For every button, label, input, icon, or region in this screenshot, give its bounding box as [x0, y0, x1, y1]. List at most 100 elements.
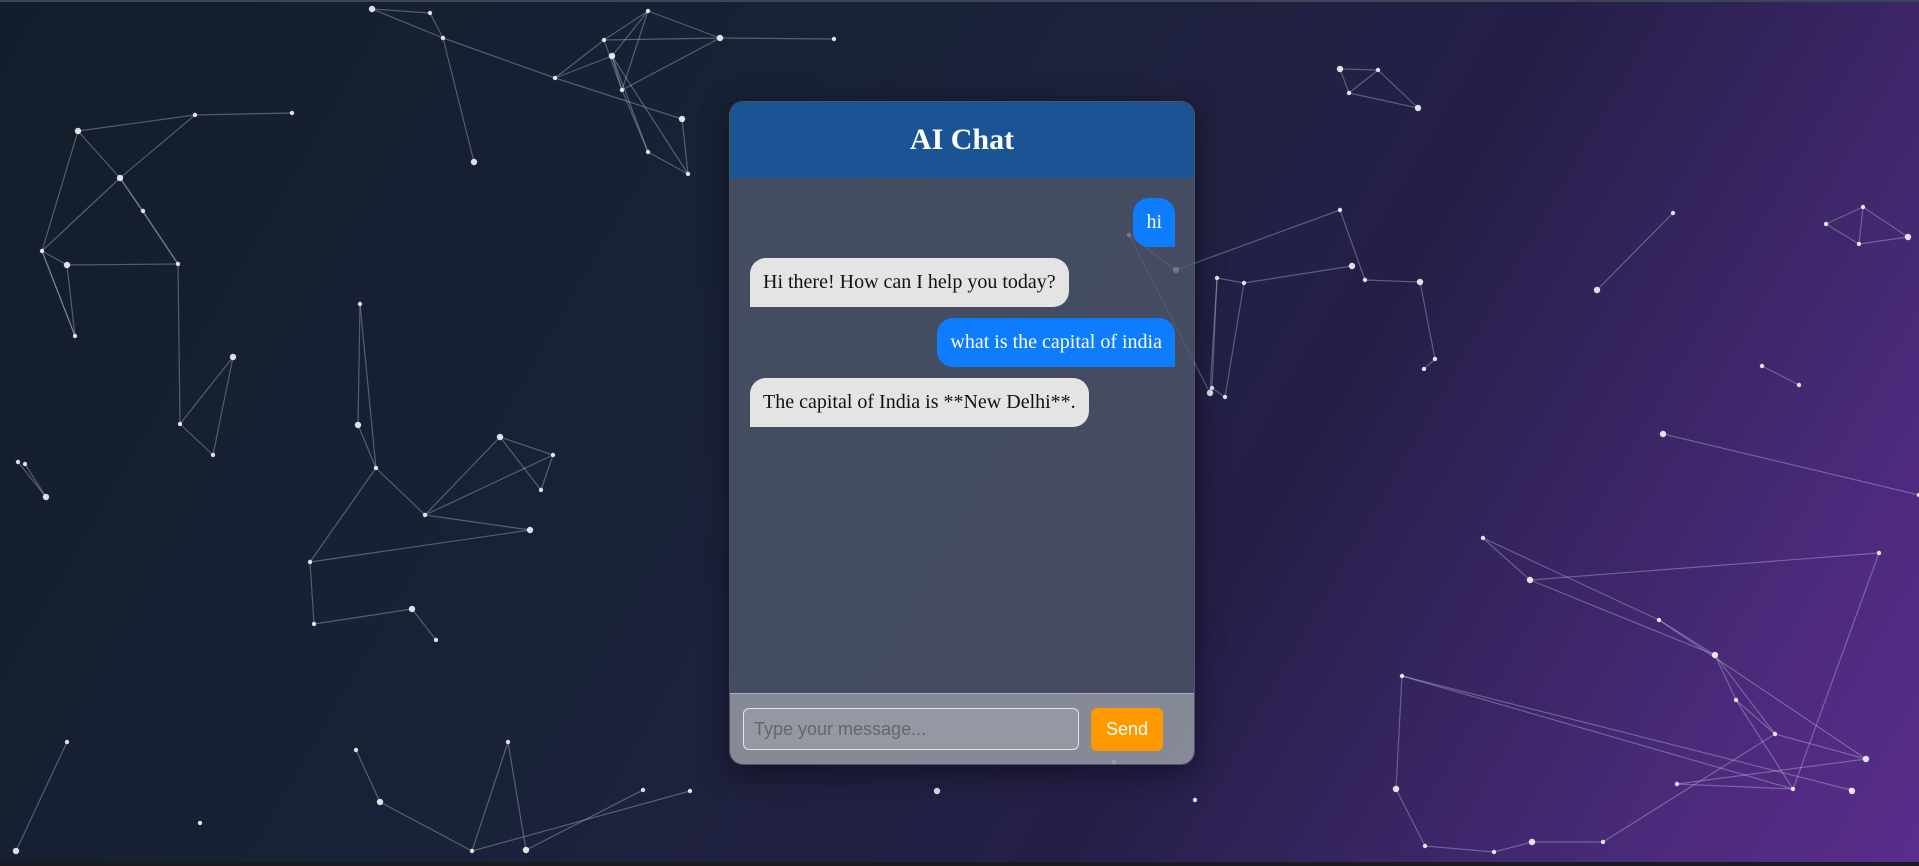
network-node [1593, 286, 1601, 294]
network-node [1421, 366, 1427, 372]
network-node [177, 421, 183, 427]
network-node [1860, 204, 1866, 210]
network-line [66, 263, 179, 266]
network-line [1364, 279, 1421, 283]
network-node [685, 171, 691, 177]
network-node [1392, 785, 1400, 793]
network-line [212, 356, 234, 456]
network-node [1772, 731, 1778, 737]
network-node [440, 35, 446, 41]
network-node [192, 112, 198, 118]
network-line [411, 608, 437, 641]
network-line [119, 114, 196, 179]
network-line [41, 250, 68, 266]
network-node [1214, 275, 1220, 281]
network-line [355, 749, 381, 803]
network-line [424, 454, 554, 516]
network-node [469, 848, 475, 854]
network-line [357, 303, 361, 426]
network-node [1337, 207, 1343, 213]
network-line [471, 790, 691, 852]
network-node [175, 261, 181, 267]
network-line [1862, 206, 1909, 238]
network-node [645, 149, 651, 155]
network-line [379, 801, 473, 852]
network-node [1848, 787, 1854, 793]
network-node [1904, 233, 1912, 241]
network-node [1375, 67, 1381, 73]
network-node [311, 621, 317, 627]
network-line [194, 112, 293, 116]
network-node [1346, 90, 1352, 96]
network-node [1656, 617, 1662, 623]
network-line [1424, 845, 1495, 853]
network-node [42, 493, 50, 501]
network-node [22, 461, 28, 467]
network-line [1735, 699, 1776, 735]
network-line [719, 37, 835, 40]
input-bar: Send [730, 693, 1194, 764]
network-line [41, 177, 121, 252]
chat-header: AI Chat [730, 102, 1194, 178]
network-line [424, 436, 501, 516]
network-node [505, 739, 511, 745]
network-node [526, 526, 534, 534]
network-line [1529, 579, 1716, 656]
network-node [433, 637, 439, 643]
network-line [179, 356, 234, 425]
network-line [1714, 654, 1737, 701]
network-line [1395, 788, 1426, 847]
network-node [1416, 278, 1424, 286]
network-node [64, 739, 70, 745]
network-node [427, 10, 433, 16]
network-node [1711, 651, 1719, 659]
network-line [309, 561, 315, 625]
network-node [1759, 363, 1765, 369]
network-node [229, 353, 237, 361]
network-line [1423, 358, 1436, 370]
network-line [603, 37, 721, 41]
network-node [522, 846, 530, 854]
network-line [1339, 68, 1379, 71]
network-node [15, 459, 21, 465]
network-line [1339, 209, 1366, 281]
network-node [1414, 104, 1422, 112]
network-line [1858, 206, 1864, 245]
network-node [1432, 356, 1438, 362]
network-node [619, 87, 625, 93]
network-line [77, 114, 196, 132]
network-line [375, 467, 426, 516]
network-node [422, 512, 428, 518]
network-node [1526, 576, 1534, 584]
network-node [357, 301, 363, 307]
network-node [608, 52, 616, 60]
network-line [177, 263, 181, 425]
network-node [1241, 280, 1247, 286]
network-line [1348, 92, 1419, 109]
network-line [1602, 733, 1776, 843]
network-line [554, 77, 683, 120]
network-node [1336, 65, 1344, 73]
network-node [550, 452, 556, 458]
network-line [1493, 841, 1533, 853]
message-input[interactable] [743, 708, 1079, 750]
network-node [74, 127, 82, 135]
network-node [1206, 389, 1214, 397]
network-line [1761, 365, 1800, 386]
network-line [442, 37, 475, 163]
send-button[interactable]: Send [1091, 707, 1163, 751]
network-node [1348, 262, 1356, 270]
network-node [1528, 838, 1536, 846]
network-line [611, 10, 649, 57]
network-line [1401, 675, 1852, 791]
network-line [1529, 552, 1880, 581]
network-node [1796, 382, 1802, 388]
network-line [1224, 282, 1245, 398]
network-line [1339, 68, 1350, 94]
network-line [371, 8, 444, 39]
network-line [41, 130, 79, 252]
network-line [1482, 537, 1531, 581]
network-line [603, 10, 649, 41]
network-line [1825, 223, 1860, 245]
network-line [424, 514, 531, 531]
